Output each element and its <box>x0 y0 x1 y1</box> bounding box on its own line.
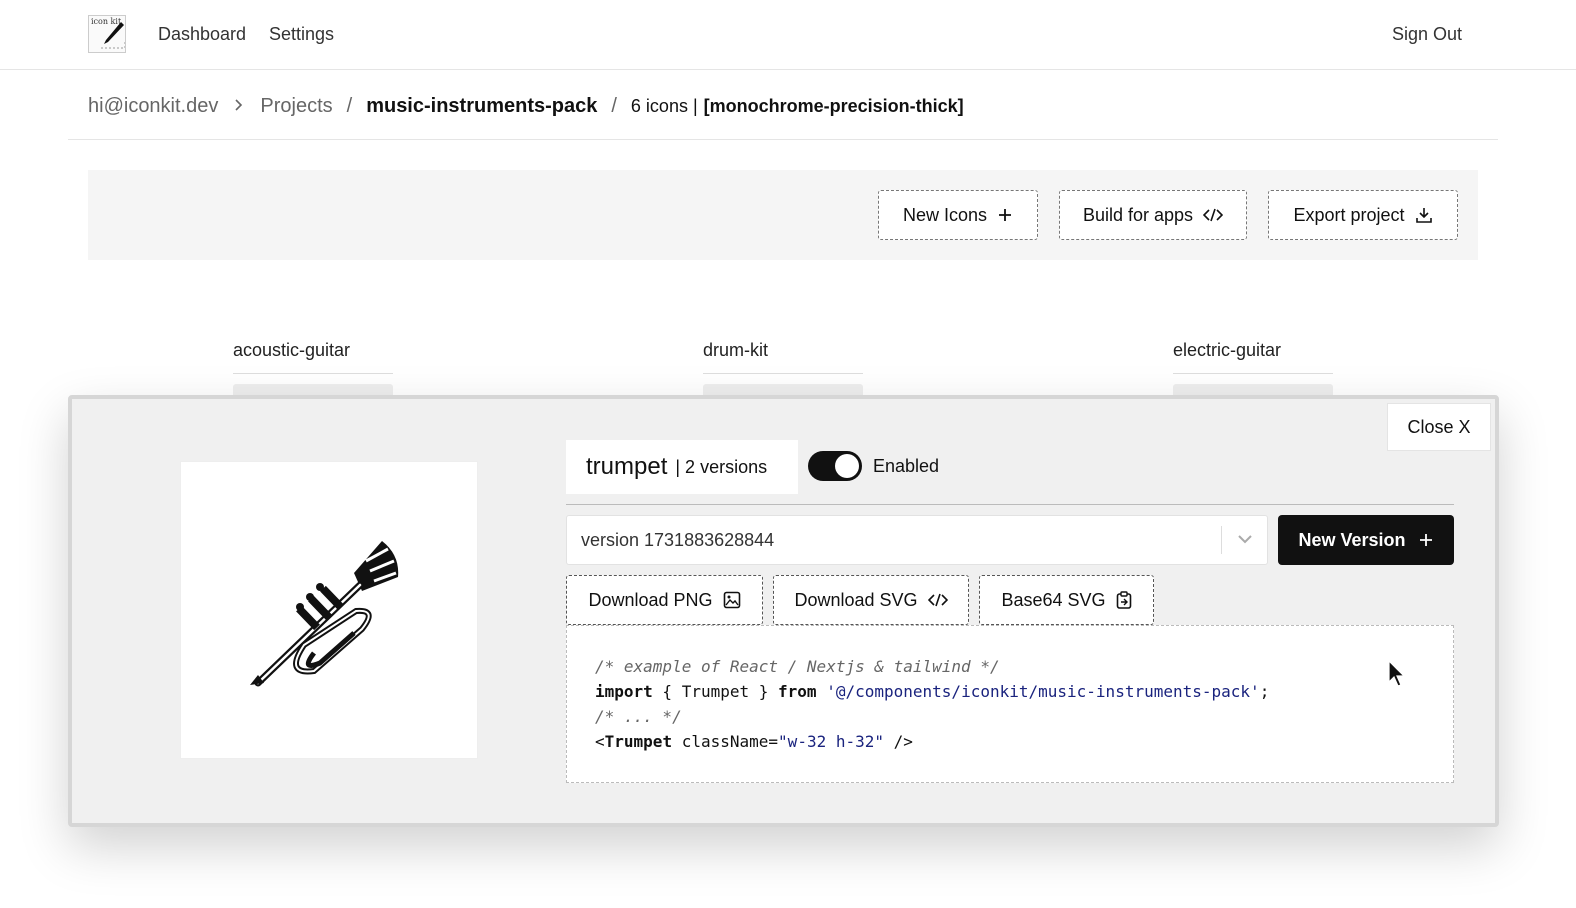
plus-icon <box>999 209 1012 221</box>
download-png-button[interactable]: Download PNG <box>566 575 763 625</box>
chevron-down-icon <box>1238 535 1252 544</box>
build-for-apps-button[interactable]: Build for apps <box>1059 190 1247 240</box>
code-text: className= <box>672 732 779 751</box>
new-version-button[interactable]: New Version <box>1278 515 1454 565</box>
code-comment: /* ... */ <box>595 707 682 726</box>
title-divider <box>566 504 1454 505</box>
plus-icon <box>1419 534 1432 546</box>
clipboard-icon <box>1116 591 1131 609</box>
trumpet-icon <box>250 541 399 687</box>
icon-card-name: acoustic-guitar <box>233 340 393 374</box>
code-keyword: from <box>778 682 817 701</box>
build-label: Build for apps <box>1082 204 1194 225</box>
top-nav: icon kit Dashboard Settings Sign Out <box>0 0 1576 70</box>
export-project-button[interactable]: Export project <box>1268 190 1458 240</box>
breadcrumb-user[interactable]: hi@iconkit.dev <box>88 95 218 118</box>
new-version-label: New Version <box>1298 529 1406 550</box>
download-icon <box>1415 208 1432 223</box>
icon-title: trumpet | 2 versions <box>566 440 798 494</box>
base64-svg-label: Base64 SVG <box>1001 589 1106 610</box>
code-text: { Trumpet } <box>652 682 779 701</box>
code-text: < <box>595 732 605 751</box>
logo[interactable]: icon kit <box>88 15 126 53</box>
style-tag: [monochrome-precision-thick] <box>703 95 964 116</box>
breadcrumb-slash: / <box>346 94 353 117</box>
icon-detail-modal: Close X trumpet | 2 versions Enabled ver… <box>68 395 1499 827</box>
sign-out-link[interactable]: Sign Out <box>1392 24 1462 45</box>
code-keyword: import <box>595 682 653 701</box>
code-icon <box>1203 208 1224 222</box>
download-svg-button[interactable]: Download SVG <box>773 575 969 625</box>
code-comment: /* example of React / Nextjs & tailwind … <box>595 657 1000 676</box>
nav-settings-link[interactable]: Settings <box>269 24 334 45</box>
enabled-label: Enabled <box>873 456 940 476</box>
icon-preview <box>180 461 478 759</box>
nav-dashboard-link[interactable]: Dashboard <box>158 24 246 45</box>
toggle-knob <box>835 454 859 478</box>
icon-card-name: drum-kit <box>703 340 863 374</box>
code-example: /* example of React / Nextjs & tailwind … <box>566 625 1454 783</box>
breadcrumb-divider <box>68 139 1498 140</box>
select-separator <box>1221 526 1222 554</box>
download-png-label: Download PNG <box>588 589 713 610</box>
breadcrumb-projects[interactable]: Projects <box>260 95 332 118</box>
code-tag: Trumpet <box>604 732 673 751</box>
project-toolbar: New Icons Build for apps Export project <box>88 170 1478 260</box>
pen-icon <box>101 22 125 49</box>
breadcrumb: hi@iconkit.dev Projects / music-instrume… <box>88 92 964 120</box>
new-icons-label: New Icons <box>902 204 988 225</box>
download-svg-label: Download SVG <box>794 589 918 610</box>
version-select-value: version 1731883628844 <box>581 530 775 550</box>
mouse-cursor-icon <box>1388 660 1406 687</box>
code-text: ; <box>1259 682 1270 701</box>
breadcrumb-chevron-icon <box>234 95 244 118</box>
code-string: '@/components/iconkit/music-instruments-… <box>826 682 1260 701</box>
code-text: /> <box>884 732 913 751</box>
version-count: | 2 versions <box>675 456 768 477</box>
close-button[interactable]: Close X <box>1387 403 1491 451</box>
version-select[interactable]: version 1731883628844 <box>566 515 1268 565</box>
icon-card-name: electric-guitar <box>1173 340 1333 374</box>
enabled-toggle[interactable] <box>808 451 862 481</box>
code-string: "w-32 h-32" <box>778 732 885 751</box>
code-icon <box>927 593 948 607</box>
breadcrumb-slash-2: / <box>611 94 617 117</box>
icon-count: 6 icons | <box>630 95 698 116</box>
breadcrumb-pack: music-instruments-pack <box>366 94 598 117</box>
icon-name: trumpet <box>586 453 668 480</box>
image-download-icon <box>723 591 740 609</box>
new-icons-button[interactable]: New Icons <box>878 190 1038 240</box>
export-label: Export project <box>1293 204 1405 225</box>
base64-svg-button[interactable]: Base64 SVG <box>979 575 1154 625</box>
